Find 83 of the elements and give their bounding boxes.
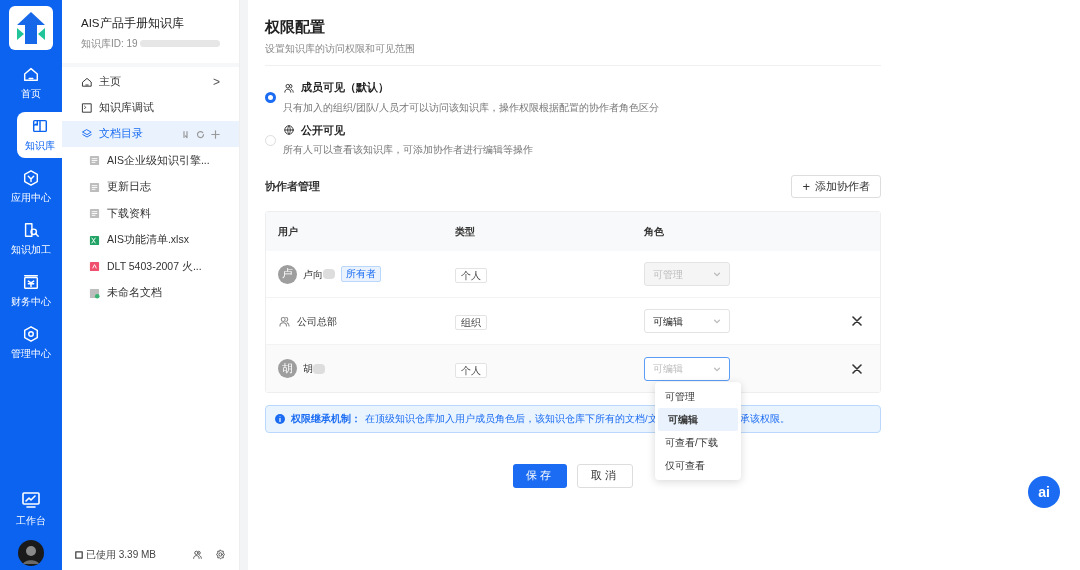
avatar[interactable] [18,540,44,566]
chevron-down-icon [713,270,721,279]
close-icon[interactable] [852,316,862,327]
user-name: 卢向 [303,267,323,282]
plus-icon: + [802,180,810,194]
logo-icon [9,6,53,50]
page-title: 权限配置 [265,17,326,37]
document-icon [89,155,100,166]
user-name: 公司总部 [297,314,337,329]
option-description: 所有人可以查看该知识库，可添加协作者进行编辑等操作 [283,143,533,158]
notice-text: 承该权限。 [739,412,790,427]
owner-badge: 所有者 [341,266,381,283]
type-tag: 个人 [455,362,487,378]
sidebar-nav-item[interactable]: 主页 > [62,69,239,96]
assistant-button[interactable]: ai [1028,476,1060,508]
redaction-bar [323,269,335,280]
role-select[interactable]: 可编辑 [644,309,730,334]
users-icon [278,314,291,328]
document-item[interactable]: 下载资料 [62,200,239,227]
terminal-icon [81,102,93,115]
document-icon [89,181,100,193]
user-name: 胡 [303,362,313,377]
rail-nav-item[interactable]: 财务中心 [0,268,62,314]
home-icon [22,65,40,83]
add-icon[interactable] [211,129,220,139]
sidebar-nav-item[interactable]: 文档目录 [62,121,239,148]
book-icon [30,117,49,135]
option-title: 公开可见 [301,122,345,138]
type-tag: 个人 [455,268,487,284]
rail-nav-item[interactable]: 首页 [0,60,62,106]
column-header: 用户 [277,225,299,240]
save-button[interactable]: 保存 [513,464,567,489]
radio-button[interactable] [265,91,276,103]
chevron-icon: > [213,73,220,92]
rail-nav-item[interactable]: 应用中心 [0,164,62,210]
document-icon [89,208,100,219]
monitor-icon [21,490,41,510]
column-header: 角色 [644,225,665,240]
option-description: 只有加入的组织/团队/人员才可以访问该知识库，操作权限根据配置的协作者角色区分 [283,100,659,115]
dropdown-option[interactable]: 仅可查看 [655,454,741,477]
dropdown-option[interactable]: 可管理 [655,385,741,408]
document-item[interactable]: 更新日志 [62,173,239,201]
knowledge-base-title: AIS产品手册知识库 [81,16,185,31]
spreadsheet-icon [89,234,100,246]
users-icon [192,549,203,560]
notice-label: 权限继承机制： [291,412,361,427]
note-icon [89,287,100,299]
option-title: 成员可见（默认） [301,79,389,95]
type-tag: 组织 [455,315,487,331]
rail-nav-item[interactable]: 知识库 [17,112,62,158]
chevron-down-icon [713,317,721,326]
home-icon [81,76,93,89]
sidebar-nav-item[interactable]: 知识库调试 [62,95,239,122]
hexagon-icon [22,169,40,187]
dropdown-option[interactable]: 可编辑 [658,408,738,431]
cancel-button[interactable]: 取消 [577,464,633,489]
document-item[interactable]: DLT 5403-2007 火... [62,253,239,280]
avatar: 胡 [278,359,297,379]
users-icon [283,81,295,94]
document-item[interactable]: 未命名文档 [62,279,239,307]
rail-nav-item[interactable]: 管理中心 [0,320,62,366]
section-title: 协作者管理 [265,178,320,194]
avatar: 卢 [278,264,297,284]
info-icon [275,414,285,425]
document-item[interactable]: AIS功能清单.xlsx [62,226,239,254]
globe-icon [283,124,295,137]
storage-usage: 已使用 3.39 MB [86,548,158,562]
knowledge-base-id: 知识库ID: 19 [81,37,138,52]
rail-nav-item[interactable]: 知识加工 [0,216,62,262]
dropdown-option[interactable]: 可查看/下载 [655,431,741,454]
rail-nav-item[interactable]: 工作台 [16,490,46,528]
close-icon[interactable] [852,363,862,374]
book-search-icon [22,221,40,239]
refresh-icon[interactable] [196,129,205,139]
storage-icon [75,550,83,559]
redaction-bar [313,363,325,374]
page-subtitle: 设置知识库的访问权限和可见范围 [265,41,416,56]
settings-icon [22,325,40,343]
settings-icon[interactable] [215,549,226,560]
add-collaborator-button[interactable]: + 添加协作者 [791,175,881,199]
pdf-file-icon [89,261,100,272]
document-item[interactable]: AIS企业级知识引擎... [62,147,239,174]
column-header: 类型 [455,225,476,240]
